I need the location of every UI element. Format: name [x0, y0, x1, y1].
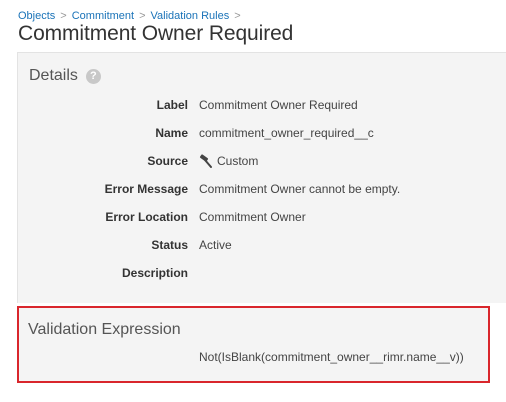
breadcrumb-separator: >	[139, 10, 146, 22]
field-label: Error Location	[105, 210, 188, 224]
field-label: Error Message	[104, 182, 188, 196]
status-value: Active	[199, 238, 232, 252]
details-section: Details ? Label Commitment Owner Require…	[17, 52, 506, 303]
breadcrumb-separator: >	[234, 10, 241, 22]
page: Objects > Commitment > Validation Rules > Com…	[0, 0, 506, 402]
breadcrumb-link-commitment[interactable]: Commitment	[72, 10, 134, 22]
details-header: Details ?	[29, 67, 101, 85]
breadcrumb-link-objects[interactable]: Objects	[18, 10, 55, 22]
field-row-error-location: Error Location Commitment Owner	[18, 207, 506, 227]
source-value: Custom	[217, 154, 259, 168]
field-row-status: Status Active	[18, 235, 506, 255]
field-row-label: Label Commitment Owner Required	[18, 95, 506, 115]
validation-expression-header: Validation Expression	[28, 321, 181, 338]
field-label: Status	[151, 238, 188, 252]
error-message-value: Commitment Owner cannot be empty.	[199, 182, 401, 196]
validation-expression-value: Not(IsBlank(commitment_owner__rimr.name_…	[199, 350, 464, 364]
error-location-value: Commitment Owner	[199, 210, 306, 224]
details-title: Details	[29, 67, 78, 84]
help-icon[interactable]: ?	[85, 68, 101, 84]
field-row-error-message: Error Message Commitment Owner cannot be…	[18, 179, 506, 199]
field-value: commitment_owner_required__c	[199, 126, 374, 140]
hammer-icon	[199, 154, 212, 168]
field-row-description: Description	[18, 263, 506, 283]
field-row-source: Source Custom	[18, 151, 506, 171]
breadcrumb-separator: >	[60, 10, 67, 22]
field-value: Active	[199, 238, 232, 252]
breadcrumb-link-validation-rules[interactable]: Validation Rules	[151, 10, 230, 22]
label-value: Commitment Owner Required	[199, 98, 358, 112]
field-label: Name	[155, 126, 188, 140]
page-title: Commitment Owner Required	[18, 22, 294, 45]
validation-expression-section: Validation Expression Not(IsBlank(commit…	[17, 306, 490, 383]
field-row-name: Name commitment_owner_required__c	[18, 123, 506, 143]
name-value: commitment_owner_required__c	[199, 126, 374, 140]
field-label: Source	[147, 154, 188, 168]
field-label: Description	[121, 266, 188, 280]
field-value: Commitment Owner Required	[199, 98, 358, 112]
breadcrumb: Objects > Commitment > Validation Rules >	[18, 10, 246, 22]
field-label: Label	[156, 98, 188, 112]
field-value: Commitment Owner	[199, 210, 306, 224]
field-value: Commitment Owner cannot be empty.	[199, 182, 400, 196]
field-value: Custom	[199, 154, 258, 168]
